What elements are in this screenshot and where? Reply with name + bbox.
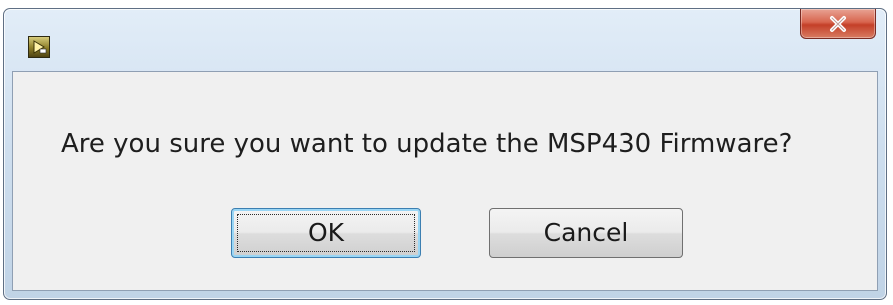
dialog-content: Are you sure you want to update the MSP4…	[12, 71, 878, 291]
cancel-button[interactable]: Cancel	[489, 208, 683, 258]
confirmation-dialog: Are you sure you want to update the MSP4…	[3, 8, 887, 300]
labview-run-icon	[28, 36, 50, 58]
title-bar	[4, 9, 886, 71]
ok-button[interactable]: OK	[231, 208, 421, 258]
ok-button-label: OK	[307, 218, 345, 247]
close-icon	[830, 15, 846, 32]
confirmation-message: Are you sure you want to update the MSP4…	[61, 129, 793, 159]
close-button[interactable]	[800, 9, 876, 39]
